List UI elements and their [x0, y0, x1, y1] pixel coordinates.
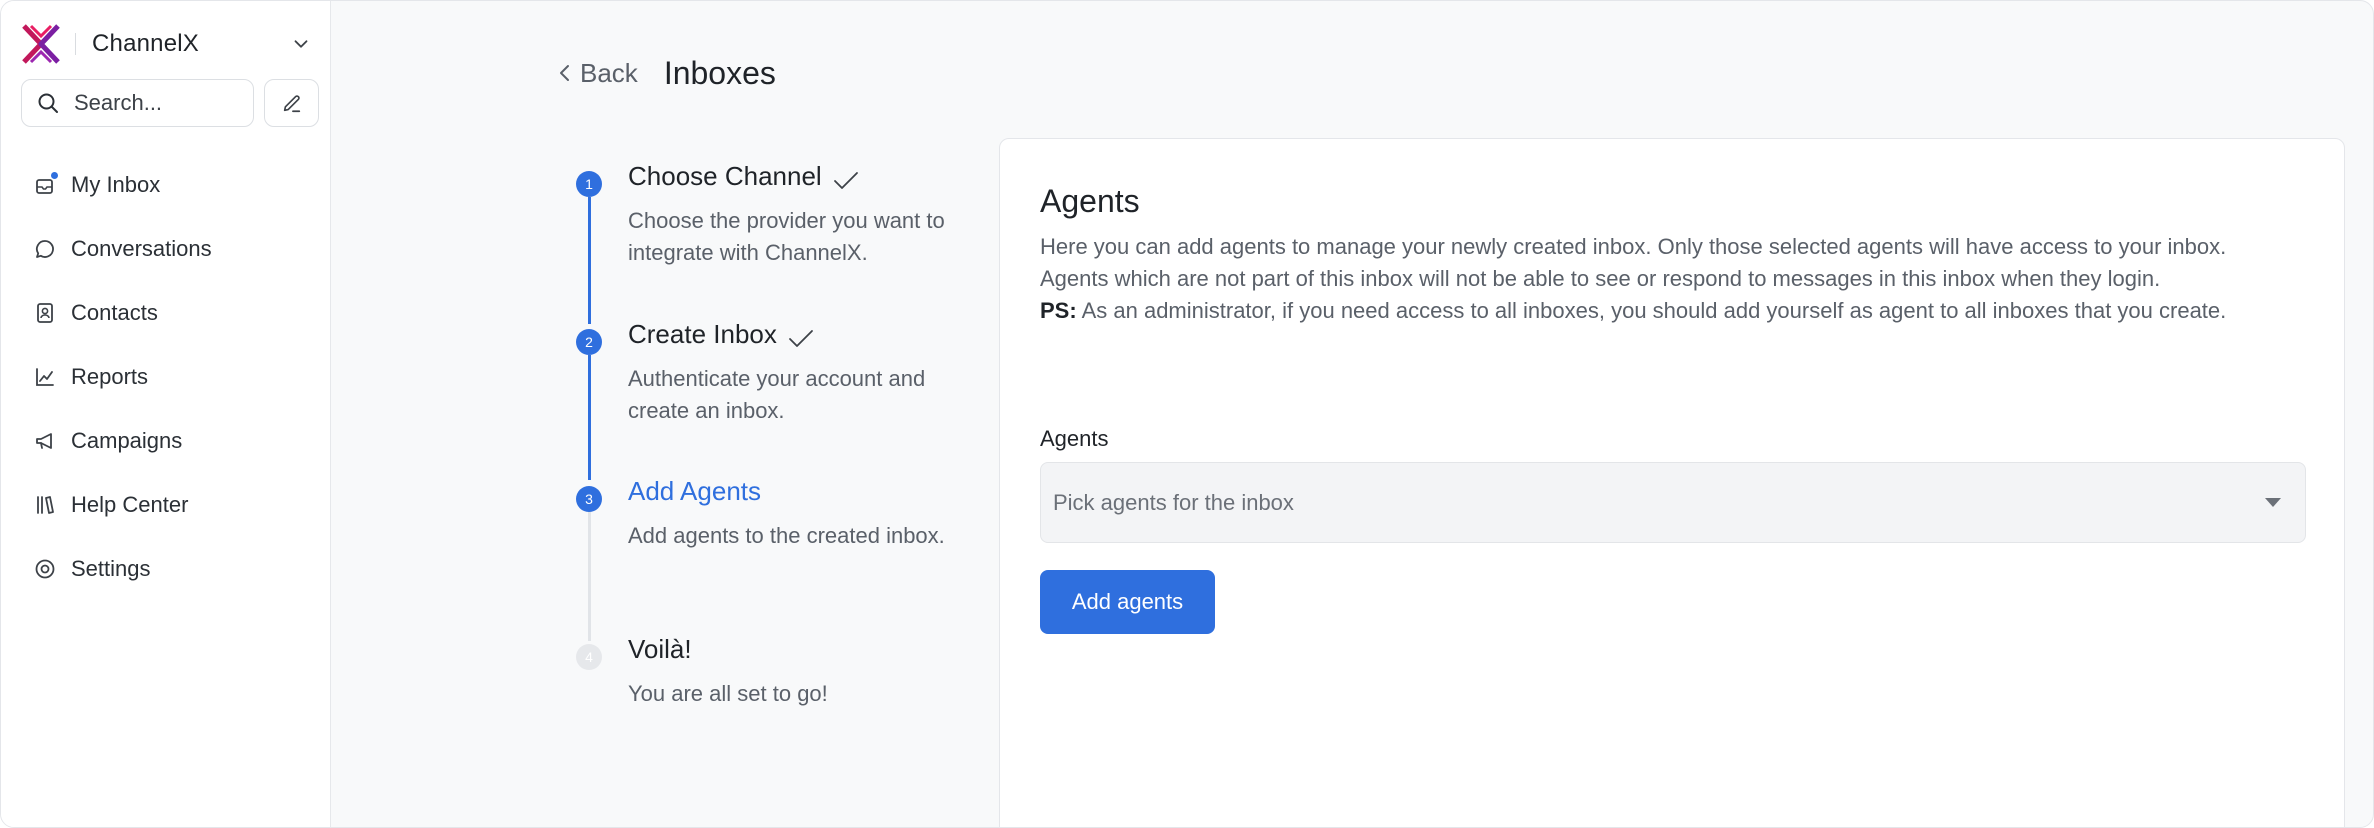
sidebar-item-label: Reports [71, 364, 149, 389]
sidebar-item-contacts[interactable]: Contacts [21, 281, 311, 345]
agents-card: Agents Here you can add agents to manage… [999, 138, 2345, 827]
step-number: 2 [576, 329, 602, 355]
contact-card-icon [33, 301, 57, 325]
agents-select-placeholder: Pick agents for the inbox [1053, 489, 1294, 515]
sidebar-nav: My Inbox Conversations Contacts Reports [21, 153, 311, 601]
check-icon [833, 171, 858, 189]
step-title-text: Voilà! [628, 634, 692, 664]
chevron-left-icon [560, 65, 569, 81]
compose-button[interactable] [264, 79, 319, 127]
step-title: Create Inbox [628, 319, 815, 350]
card-description: Here you can add agents to manage your n… [1040, 231, 2280, 327]
sidebar-item-my-inbox[interactable]: My Inbox [21, 153, 311, 217]
search-icon [38, 93, 58, 113]
agents-field-label: Agents [1040, 426, 1109, 451]
sidebar-item-help-center[interactable]: Help Center [21, 473, 311, 537]
unread-dot [50, 171, 59, 180]
library-icon [33, 493, 57, 517]
sidebar-item-label: Help Center [71, 492, 189, 517]
brand-name: ChannelX [92, 30, 200, 57]
page-title: Inboxes [663, 54, 776, 91]
step-number: 3 [576, 486, 602, 512]
brand-divider [75, 33, 76, 55]
card-title: Agents [1040, 183, 1140, 219]
step-connector [588, 511, 591, 641]
step-connector [588, 355, 591, 480]
pencil-icon [283, 95, 300, 113]
megaphone-icon [33, 429, 57, 453]
back-button[interactable]: Back [556, 58, 638, 89]
chevron-down-icon[interactable] [290, 33, 312, 55]
step-connector [588, 197, 591, 324]
step-title: Voilà! [628, 634, 692, 665]
step-title-text: Add Agents [628, 476, 761, 506]
search-input[interactable] [74, 90, 244, 116]
sidebar-item-campaigns[interactable]: Campaigns [21, 409, 311, 473]
logo-icon [22, 24, 60, 64]
step-description: Authenticate your account and create an … [628, 366, 926, 423]
settings-icon [33, 557, 57, 581]
step-title: Add Agents [628, 476, 761, 507]
sidebar-item-label: My Inbox [71, 172, 161, 197]
step-description: You are all set to go! [628, 681, 828, 706]
add-agents-button[interactable]: Add agents [1040, 570, 1215, 634]
brand-switcher[interactable]: ChannelX [21, 21, 316, 67]
step-number: 4 [576, 644, 602, 670]
step-description: Add agents to the created inbox. [628, 523, 945, 548]
card-description-text: Here you can add agents to manage your n… [1040, 234, 2227, 291]
caret-down-icon [2265, 498, 2281, 507]
ps-label: PS: [1040, 298, 1077, 323]
step-description: Choose the provider you want to integrat… [628, 208, 945, 265]
sidebar-item-label: Conversations [71, 236, 212, 261]
check-icon [788, 329, 813, 347]
sidebar-item-conversations[interactable]: Conversations [21, 217, 311, 281]
agents-select[interactable]: Pick agents for the inbox [1040, 462, 2306, 543]
sidebar: ChannelX Search... My Inbox Conversation… [1, 1, 331, 827]
step-title-text: Create Inbox [628, 319, 777, 349]
step-title-text: Choose Channel [628, 161, 822, 191]
sidebar-item-label: Contacts [71, 300, 158, 325]
sidebar-item-label: Campaigns [71, 428, 183, 453]
step-title: Choose Channel [628, 161, 860, 192]
step-number: 1 [576, 171, 602, 197]
search-box[interactable] [21, 79, 254, 127]
app-window: ChannelX Search... My Inbox Conversation… [0, 0, 2374, 828]
back-label: Back [580, 57, 638, 88]
line-chart-icon [33, 365, 57, 389]
sidebar-item-settings[interactable]: Settings [21, 537, 311, 601]
ps-text: As an administrator, if you need access … [1076, 298, 2227, 323]
chat-bubble-icon [33, 237, 57, 261]
page-header: Back Inboxes [556, 53, 776, 93]
sidebar-item-reports[interactable]: Reports [21, 345, 311, 409]
inbox-icon [33, 171, 59, 197]
search-row [21, 79, 319, 127]
sidebar-item-label: Settings [71, 556, 151, 581]
